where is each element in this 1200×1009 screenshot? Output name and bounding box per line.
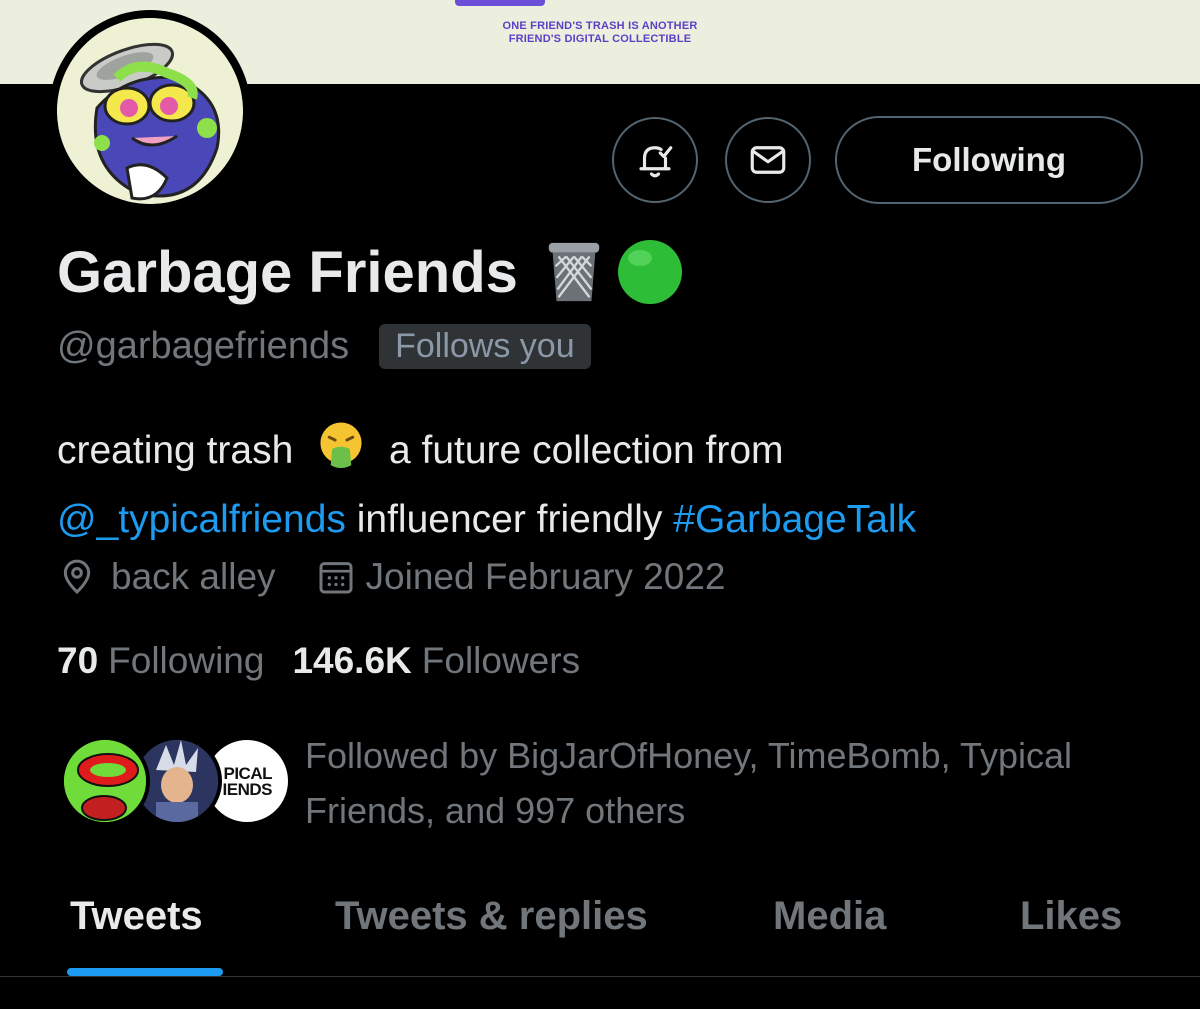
bio-mention-link[interactable]: @_typicalfriends	[57, 498, 346, 541]
profile-bio: creating trash 🤮 a future collection fro…	[57, 420, 1167, 550]
profile-handle: @garbagefriends	[57, 325, 350, 367]
banner-logo-fragment	[455, 0, 545, 6]
followed-by-text[interactable]: Followed by BigJarOfHoney, TimeBomb, Typ…	[305, 728, 1165, 838]
followers-count-link[interactable]: 146.6K Followers	[292, 640, 580, 682]
profile-location: back alley	[111, 556, 276, 597]
bio-text-1: creating trash	[57, 429, 294, 472]
red-lips-image	[64, 740, 146, 822]
avatar-image	[57, 18, 243, 204]
banner-tagline-line-2: FRIEND'S DIGITAL COLLECTIBLE	[508, 33, 692, 45]
mail-icon	[750, 146, 786, 174]
display-name: Garbage Friends	[57, 239, 518, 305]
follower-avatar-bigjarofhoney[interactable]	[60, 736, 150, 826]
following-count: 70	[57, 640, 99, 681]
following-count-link[interactable]: 70 Following	[57, 640, 264, 682]
tab-media[interactable]: Media	[773, 894, 886, 939]
calendar-icon	[319, 562, 353, 594]
notifications-button[interactable]	[612, 117, 698, 203]
profile-tabs: Tweets Tweets & replies Media Likes	[0, 868, 1200, 976]
tab-tweets[interactable]: Tweets	[70, 894, 203, 939]
bio-text-3: influencer friendly	[356, 498, 663, 541]
vomiting-face-icon	[316, 421, 366, 489]
banner-tagline: ONE FRIEND'S TRASH IS ANOTHER FRIEND'S D…	[450, 20, 750, 46]
active-tab-indicator	[67, 968, 223, 976]
garbage-monster-illustration	[57, 18, 243, 204]
tab-tweets-and-replies[interactable]: Tweets & replies	[335, 894, 648, 939]
location-pin-icon	[63, 559, 91, 595]
trash-can-icon	[542, 239, 606, 305]
green-circle-icon	[616, 238, 684, 306]
following-label: Following	[108, 640, 265, 681]
bio-text-2: a future collection from	[388, 429, 784, 472]
profile-avatar[interactable]	[49, 10, 251, 212]
handle-row: @garbagefriends Follows you	[57, 324, 591, 369]
following-button-label: Following	[912, 141, 1066, 178]
bio-hashtag-link[interactable]: #GarbageTalk	[673, 498, 916, 541]
bell-check-icon	[639, 146, 673, 178]
tab-likes[interactable]: Likes	[1020, 894, 1122, 939]
message-button[interactable]	[725, 117, 811, 203]
profile-stats: 70 Following 146.6K Followers	[57, 640, 580, 682]
profile-joined-date: Joined February 2022	[365, 556, 726, 597]
followers-label: Followers	[421, 640, 581, 681]
profile-name: Garbage Friends 🗑️ 🟢	[57, 238, 684, 306]
profile-meta: back alley Joined February 2022	[57, 556, 726, 598]
tabs-divider	[0, 976, 1200, 977]
followers-count: 146.6K	[292, 640, 412, 681]
follows-you-badge: Follows you	[379, 324, 591, 369]
banner-tagline-line-1: ONE FRIEND'S TRASH IS ANOTHER	[502, 20, 698, 32]
following-button[interactable]: Following	[835, 116, 1143, 204]
